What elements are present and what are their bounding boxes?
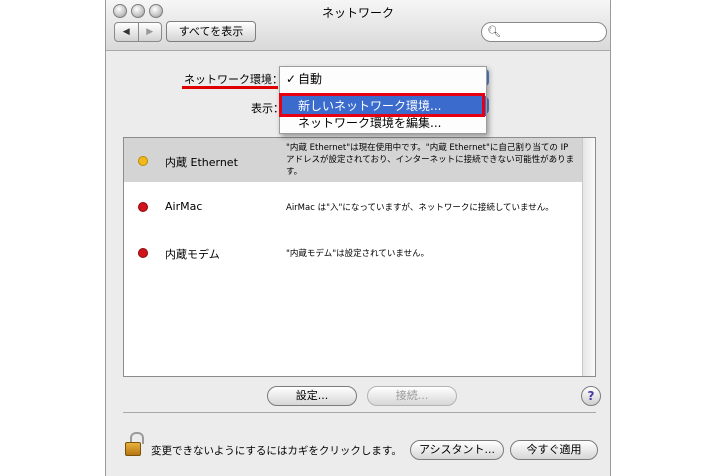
configure-button[interactable]: 設定... bbox=[267, 386, 357, 406]
assistant-button[interactable]: アシスタント... bbox=[410, 440, 504, 460]
title-bar: ネットワーク ◀ ▶ すべてを表示 🔍︎ bbox=[106, 0, 610, 51]
lock-message: 変更できないようにするにはカギをクリックします。 bbox=[151, 445, 402, 457]
checkmark-icon: ✓ bbox=[286, 72, 297, 86]
red-status-dot-icon bbox=[138, 248, 148, 258]
service-row-airmac[interactable]: AirMac AirMac は"入"になっていますが、ネットワークに接続していま… bbox=[124, 182, 584, 228]
location-label: ネットワーク環境： bbox=[184, 73, 283, 86]
annotation-underline bbox=[182, 86, 278, 89]
back-arrow-icon[interactable]: ◀ bbox=[115, 23, 138, 41]
service-list: 内蔵 Ethernet "内蔵 Ethernet"は現在使用中です。"内蔵 Et… bbox=[123, 137, 596, 377]
show-all-button[interactable]: すべてを表示 bbox=[166, 21, 256, 42]
search-field[interactable]: 🔍︎ bbox=[481, 22, 607, 42]
annotation-highlight-box bbox=[279, 93, 485, 117]
network-preferences-window: ネットワーク ◀ ▶ すべてを表示 🔍︎ ネットワーク環境： 表示： ✓ 自動 … bbox=[105, 0, 611, 476]
connect-button[interactable]: 接続... bbox=[367, 386, 457, 406]
lock-icon[interactable] bbox=[125, 432, 144, 456]
service-row-ethernet[interactable]: 内蔵 Ethernet "内蔵 Ethernet"は現在使用中です。"内蔵 Et… bbox=[124, 138, 584, 182]
forward-arrow-icon[interactable]: ▶ bbox=[137, 23, 162, 41]
window-title: ネットワーク bbox=[321, 6, 394, 20]
service-row-modem[interactable]: 内蔵モデム "内蔵モデム"は設定されていません。 bbox=[124, 228, 584, 274]
divider bbox=[123, 412, 596, 413]
help-button[interactable]: ? bbox=[581, 386, 601, 406]
apply-now-button[interactable]: 今すぐ適用 bbox=[510, 440, 598, 460]
back-forward-control[interactable]: ◀ ▶ bbox=[114, 22, 162, 42]
red-status-dot-icon bbox=[138, 202, 148, 212]
yellow-status-dot-icon bbox=[138, 156, 148, 166]
menu-item-automatic[interactable]: ✓ 自動 bbox=[280, 69, 486, 89]
scrollbar[interactable] bbox=[582, 138, 595, 376]
search-icon: 🔍︎ bbox=[487, 25, 501, 38]
